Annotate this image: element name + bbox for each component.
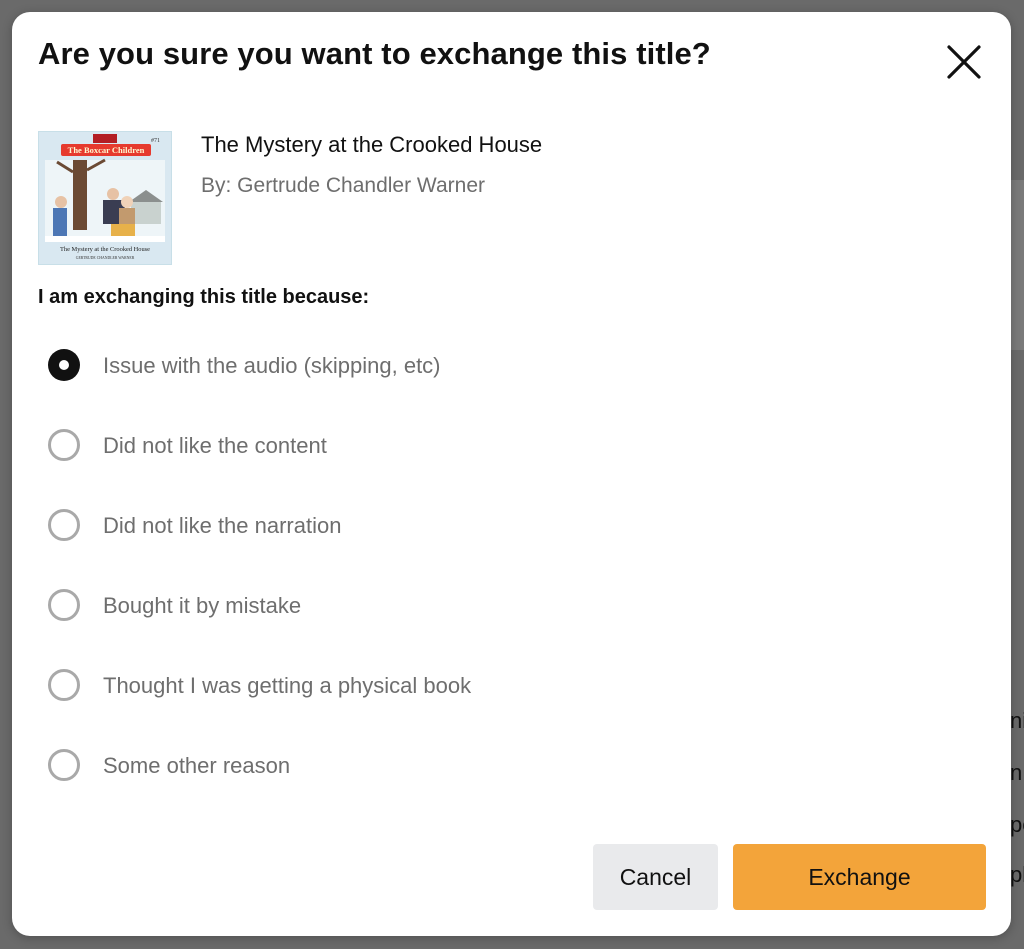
reason-heading: I am exchanging this title because: <box>38 286 370 308</box>
cover-author: GERTRUDE CHANDLER WARNER <box>76 256 135 260</box>
reason-option-label: Issue with the audio (skipping, etc) <box>103 353 441 378</box>
exchange-dialog: Are you sure you want to exchange this t… <box>12 12 1011 936</box>
radio-button-selected[interactable] <box>48 349 80 381</box>
radio-button[interactable] <box>48 429 80 461</box>
cancel-button[interactable]: Cancel <box>593 844 718 910</box>
radio-button[interactable] <box>48 509 80 541</box>
close-button[interactable] <box>942 40 986 84</box>
radio-button[interactable] <box>48 749 80 781</box>
background-text: ni <box>1010 708 1024 733</box>
radio-button[interactable] <box>48 589 80 621</box>
reason-option-label: Did not like the content <box>103 433 327 458</box>
reason-option-audio-issue[interactable]: Issue with the audio (skipping, etc) <box>48 347 648 387</box>
cover-title: The Mystery at the Crooked House <box>60 246 150 253</box>
book-cover-image: #71 The Boxcar Children The Mystery at t… <box>38 131 172 265</box>
cover-number: #71 <box>151 138 160 144</box>
background-text: pl <box>1010 862 1024 887</box>
close-icon <box>947 45 981 79</box>
reason-option-content[interactable]: Did not like the content <box>48 427 648 467</box>
reason-option-label: Did not like the narration <box>103 513 342 538</box>
reason-option-narration[interactable]: Did not like the narration <box>48 507 648 547</box>
exchange-button[interactable]: Exchange <box>733 844 986 910</box>
reason-option-label: Thought I was getting a physical book <box>103 673 472 698</box>
book-author: By: Gertrude Chandler Warner <box>201 174 486 197</box>
reason-option-mistake[interactable]: Bought it by mistake <box>48 587 648 627</box>
reason-option-label: Bought it by mistake <box>103 593 302 618</box>
cover-series: The Boxcar Children <box>68 145 145 155</box>
radio-button[interactable] <box>48 669 80 701</box>
background-text: n <box>1010 760 1023 785</box>
reason-option-label: Some other reason <box>103 753 291 778</box>
reason-option-physical-book[interactable]: Thought I was getting a physical book <box>48 667 648 707</box>
book-info: #71 The Boxcar Children The Mystery at t… <box>38 131 738 265</box>
background-text: pe <box>1010 812 1024 837</box>
dialog-title: Are you sure you want to exchange this t… <box>38 36 711 71</box>
reason-option-other[interactable]: Some other reason <box>48 747 648 787</box>
book-title: The Mystery at the Crooked House <box>201 132 543 157</box>
background-panel <box>1010 180 1024 350</box>
